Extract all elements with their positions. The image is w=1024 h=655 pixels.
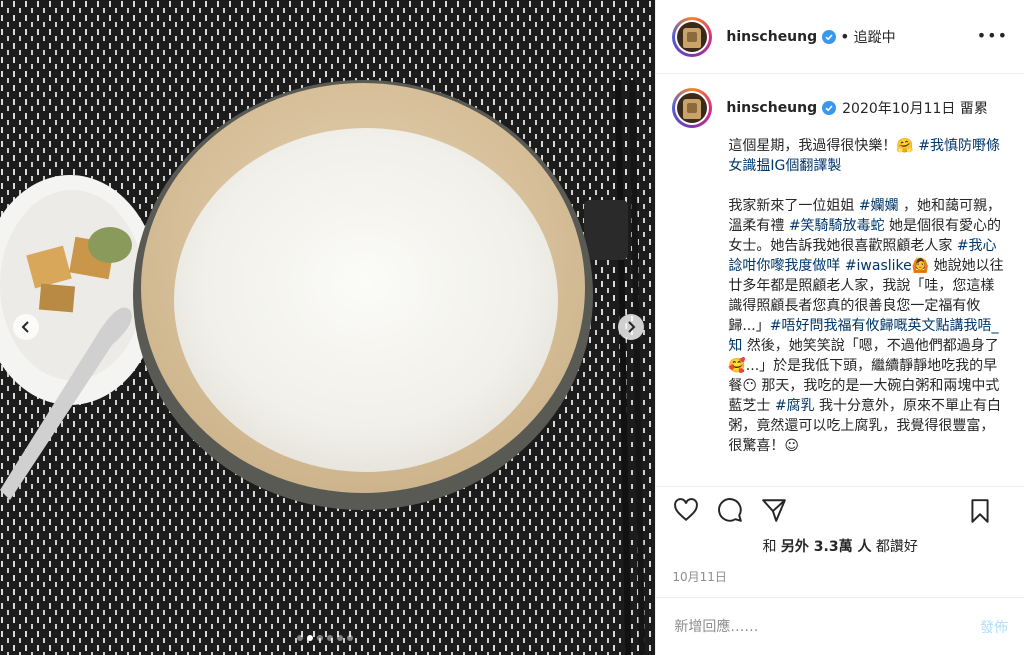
heart-icon[interactable] xyxy=(672,496,700,524)
separator: • xyxy=(840,27,850,46)
caption-text: 這個星期，我過得很快樂！🤗 #我慎防嘢條女識揾IG個翻譯製 我家新來了一位姐姐 … xyxy=(728,136,1008,456)
comment-form: 發佈 xyxy=(656,597,1024,655)
action-bar xyxy=(656,486,1024,532)
post-image xyxy=(0,0,656,655)
post-timestamp[interactable]: 10月11日 xyxy=(672,568,727,585)
comment-icon[interactable] xyxy=(716,496,744,524)
username-link[interactable]: hinscheung xyxy=(726,29,817,45)
post-header: hinscheung • 追蹤中 ••• xyxy=(656,0,1024,74)
caption-date: 2020年10月11日 畱累 xyxy=(842,101,988,117)
caption-username[interactable]: hinscheung xyxy=(726,100,817,116)
follow-status-button[interactable]: 追蹤中 xyxy=(854,27,896,47)
carousel-dot xyxy=(317,635,323,641)
caption-text-segment: 我家新來了一位姐姐 xyxy=(728,198,855,214)
avatar[interactable] xyxy=(672,88,713,128)
hashtag-link[interactable]: #笑騎騎放毒蛇 xyxy=(789,218,885,234)
chevron-left-icon[interactable] xyxy=(13,314,39,340)
likes-prefix: 和 xyxy=(762,539,777,555)
likes-suffix: 都讚好 xyxy=(875,539,918,555)
comment-input[interactable] xyxy=(672,617,980,636)
chevron-right-icon[interactable] xyxy=(618,314,644,340)
carousel-dot xyxy=(327,635,333,641)
more-options-icon[interactable]: ••• xyxy=(977,26,1008,45)
verified-badge-icon xyxy=(822,29,837,44)
carousel-indicator xyxy=(297,635,353,641)
avatar[interactable] xyxy=(672,16,713,57)
post-sidebar: hinscheung • 追蹤中 ••• hinscheung 2020年10月… xyxy=(655,0,1024,655)
caption-text-segment: 這個星期，我過得很快樂！🤗 xyxy=(728,138,919,154)
caption: hinscheung 2020年10月11日 畱累 這個星期，我過得很快樂！🤗 … xyxy=(656,74,1024,486)
bookmark-icon[interactable] xyxy=(966,497,994,525)
post-comment-button[interactable]: 發佈 xyxy=(980,617,1008,637)
carousel-dot xyxy=(347,635,353,641)
congee-photo xyxy=(0,0,656,655)
hashtag-link[interactable]: #孄孄 xyxy=(859,198,899,214)
carousel-dot xyxy=(307,635,313,641)
like-count[interactable]: 和 另外 3.3萬 人 都讚好 xyxy=(656,536,1024,556)
verified-badge-icon xyxy=(822,101,837,115)
carousel-dot xyxy=(297,635,303,641)
carousel-dot xyxy=(337,635,343,641)
instagram-post-modal: hinscheung • 追蹤中 ••• hinscheung 2020年10月… xyxy=(0,0,1024,655)
hashtag-link[interactable]: #iwaslike xyxy=(845,258,912,274)
likes-count-text[interactable]: 另外 3.3萬 人 xyxy=(781,539,872,555)
share-icon[interactable] xyxy=(760,496,788,524)
hashtag-link[interactable]: #腐乳 xyxy=(775,398,815,414)
